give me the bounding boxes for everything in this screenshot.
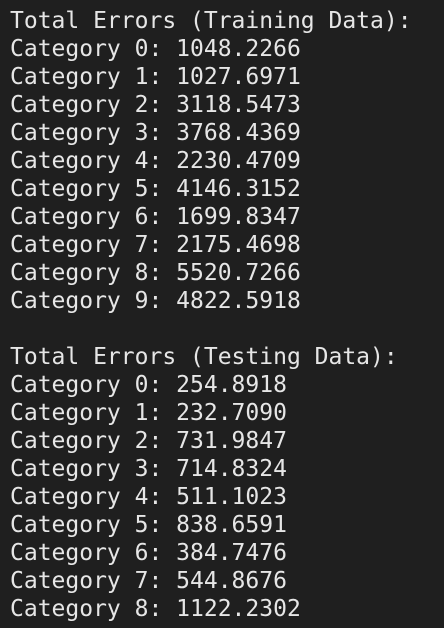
testing-error-line: Category 2: 731.9847 (10, 428, 287, 454)
testing-error-line: Category 4: 511.1023 (10, 484, 287, 510)
testing-error-line: Category 7: 544.8676 (10, 568, 287, 594)
testing-error-line: Category 1: 232.7090 (10, 400, 287, 426)
training-error-line: Category 8: 5520.7266 (10, 260, 301, 286)
testing-error-line: Category 6: 384.7476 (10, 540, 287, 566)
testing-errors-header: Total Errors (Testing Data): (10, 344, 398, 370)
terminal-output: Total Errors (Training Data): Category 0… (0, 0, 444, 628)
training-error-line: Category 1: 1027.6971 (10, 64, 301, 90)
testing-error-line: Category 5: 838.6591 (10, 512, 287, 538)
training-error-line: Category 2: 3118.5473 (10, 92, 301, 118)
training-error-line: Category 0: 1048.2266 (10, 36, 301, 62)
training-error-line: Category 3: 3768.4369 (10, 120, 301, 146)
training-error-line: Category 6: 1699.8347 (10, 204, 301, 230)
training-error-line: Category 4: 2230.4709 (10, 148, 301, 174)
testing-error-line: Category 3: 714.8324 (10, 456, 287, 482)
training-errors-header: Total Errors (Training Data): (10, 8, 412, 34)
testing-error-line: Category 8: 1122.2302 (10, 596, 301, 622)
training-error-line: Category 9: 4822.5918 (10, 288, 301, 314)
training-error-line: Category 5: 4146.3152 (10, 176, 301, 202)
training-error-line: Category 7: 2175.4698 (10, 232, 301, 258)
testing-error-line: Category 0: 254.8918 (10, 372, 287, 398)
